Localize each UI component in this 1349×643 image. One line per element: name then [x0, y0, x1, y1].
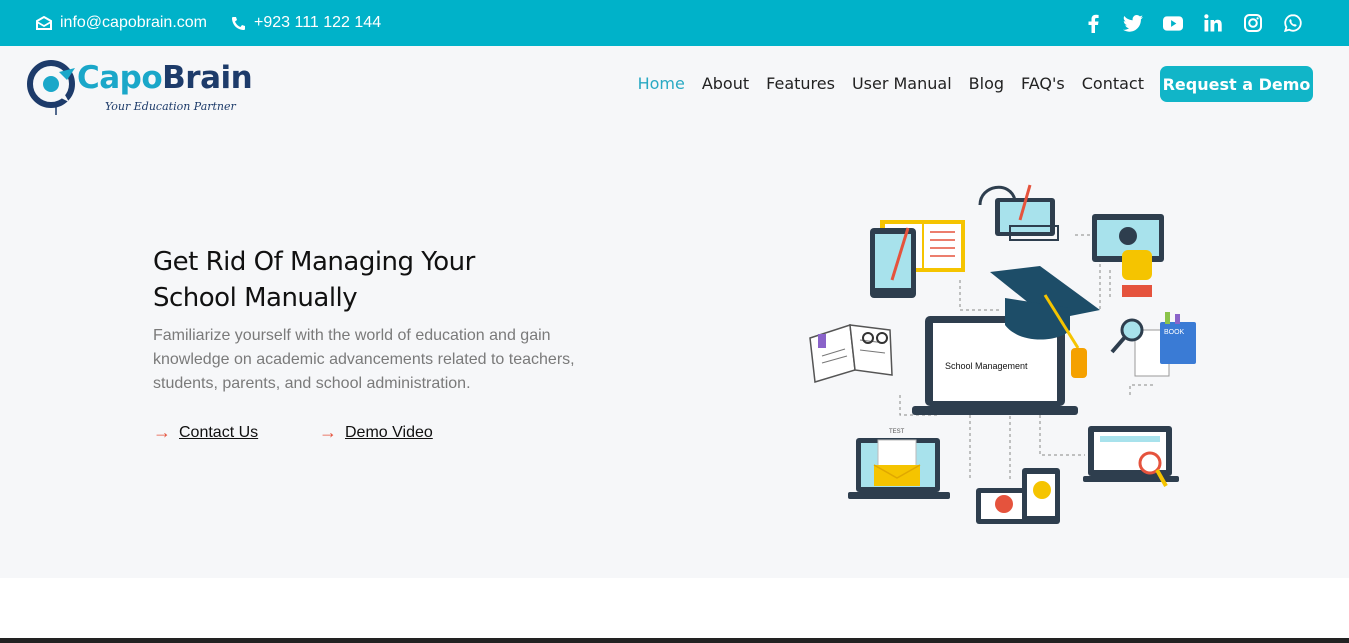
school-management-illustration: School Management BOOK TEST [809, 184, 1196, 524]
nav-contact[interactable]: Contact [1082, 74, 1144, 93]
magnifier-books: BOOK [1110, 312, 1196, 377]
logo-name-capo: Capo [77, 60, 163, 96]
youtube-icon[interactable] [1163, 13, 1183, 33]
site-header: CapoBrain Your Education Partner Home Ab… [0, 46, 1349, 126]
instagram-icon[interactable] [1243, 13, 1263, 33]
capobrain-logo[interactable]: CapoBrain Your Education Partner [27, 58, 257, 124]
twitter-icon[interactable] [1123, 13, 1143, 33]
logo-wordmark: CapoBrain [77, 60, 253, 96]
question-devices [976, 468, 1060, 524]
touch-monitor [1092, 214, 1164, 297]
nav-faqs[interactable]: FAQ's [1021, 74, 1065, 93]
headset-tablet [978, 184, 1059, 241]
hero-description: Familiarize yourself with the world of e… [153, 327, 575, 392]
test-label: TEST [889, 429, 905, 435]
phone-text: +923 111 122 144 [254, 14, 382, 31]
email-text: info@capobrain.com [60, 14, 207, 31]
illustration-label: School Management [945, 361, 1028, 371]
nav-blog[interactable]: Blog [969, 74, 1004, 93]
logo-mark-icon [27, 60, 75, 115]
book-label: BOOK [1164, 329, 1185, 336]
social-links [1083, 0, 1303, 46]
contact-us-label: Contact Us [179, 423, 259, 441]
open-book [809, 324, 893, 383]
logo-name-brain: Brain [162, 60, 253, 96]
main-navigation: Home About Features User Manual Blog FAQ… [621, 74, 1144, 93]
contact-us-link[interactable]: → Contact Us [153, 422, 258, 443]
nav-about[interactable]: About [702, 74, 749, 93]
nav-home[interactable]: Home [638, 74, 685, 93]
phone-icon [232, 16, 245, 30]
request-demo-button[interactable]: Request a Demo [1160, 66, 1313, 102]
arrow-right-icon: → [153, 422, 171, 442]
tablet-pencil [870, 227, 916, 298]
demo-video-label: Demo Video [345, 423, 433, 441]
top-bar: info@capobrain.com +923 111 122 144 [0, 0, 1349, 46]
phone-contact[interactable]: +923 111 122 144 [231, 0, 381, 46]
bottom-edge-strip [0, 638, 1349, 643]
email-contact[interactable]: info@capobrain.com [36, 0, 207, 46]
arrow-right-icon: → [319, 422, 337, 442]
email-laptop: TEST [848, 429, 950, 499]
envelope-icon [36, 16, 52, 30]
facebook-icon[interactable] [1083, 13, 1103, 33]
demo-video-link[interactable]: → Demo Video [319, 422, 433, 443]
logo-tagline: Your Education Partner [105, 100, 236, 113]
linkedin-icon[interactable] [1203, 13, 1223, 33]
nav-features[interactable]: Features [766, 74, 835, 93]
whatsapp-icon[interactable] [1283, 13, 1303, 33]
search-laptop [1083, 426, 1179, 487]
hero-title: Get Rid Of Managing Your School Manually [153, 247, 475, 313]
nav-user-manual[interactable]: User Manual [852, 74, 952, 93]
